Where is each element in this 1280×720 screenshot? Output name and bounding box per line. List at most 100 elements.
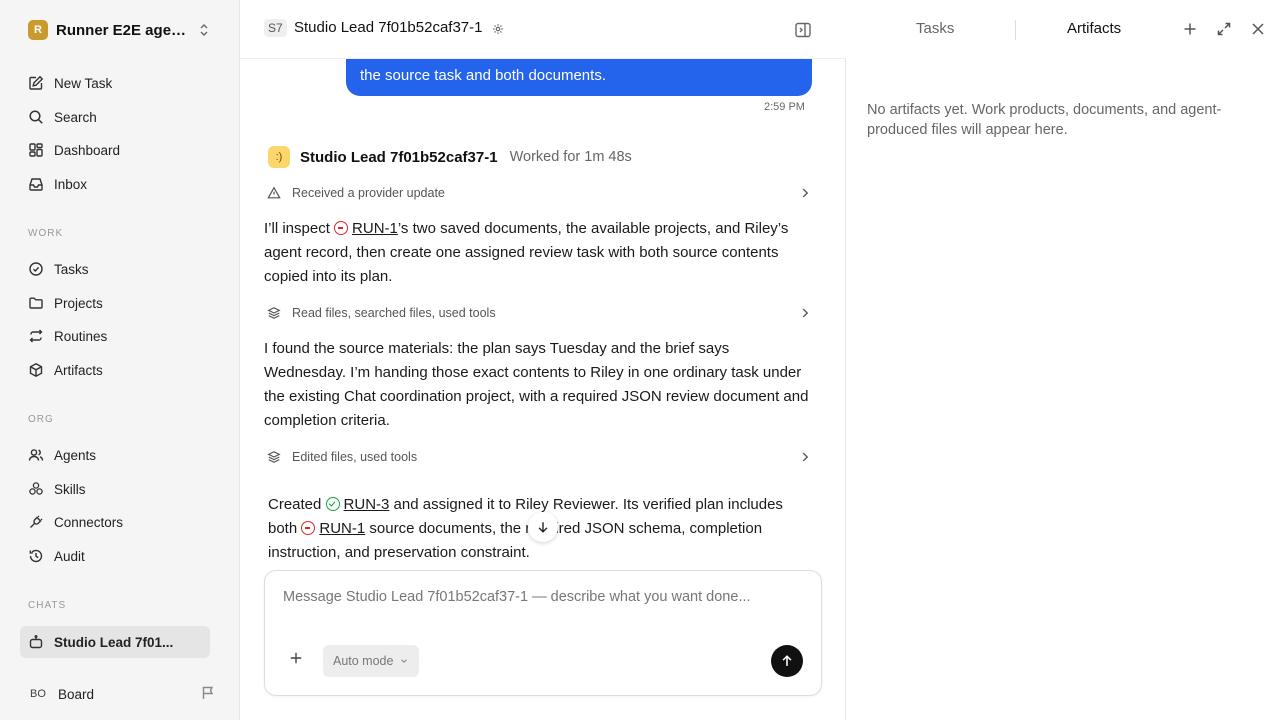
step-label: Read files, searched files, used tools — [292, 306, 496, 320]
repeat-icon — [27, 327, 45, 345]
expand-icon[interactable] — [1216, 21, 1232, 37]
agent-avatar: :) — [268, 146, 290, 168]
side-panel: Tasks Artifacts No artifacts yet. Work p… — [847, 0, 1280, 720]
plus-icon[interactable] — [1182, 21, 1198, 37]
nav-search[interactable]: Search — [20, 102, 210, 132]
chat-item-studio-lead[interactable]: Studio Lead 7f01... — [20, 626, 210, 658]
nav-label: Projects — [54, 295, 103, 311]
users-icon — [27, 446, 45, 464]
user-message-bubble: the source task and both documents. — [346, 59, 812, 96]
send-button[interactable] — [771, 645, 803, 677]
folder-icon — [27, 294, 45, 312]
nav-artifacts[interactable]: Artifacts — [20, 355, 210, 385]
plus-icon[interactable] — [289, 651, 303, 665]
section-chats: CHATS — [28, 600, 67, 611]
nav-label: Skills — [54, 481, 86, 497]
chat-header: S7 Studio Lead 7f01b52caf37-1 — [240, 0, 846, 59]
warning-icon — [266, 185, 282, 201]
layers-icon — [266, 305, 282, 321]
task-link-run-1[interactable]: RUN-1 — [319, 520, 365, 537]
nav-label: Artifacts — [54, 362, 103, 378]
arrow-up-icon — [782, 655, 792, 666]
nav-projects[interactable]: Projects — [20, 288, 210, 318]
workspace-logo: R — [28, 20, 48, 40]
task-link-run-3[interactable]: RUN-3 — [344, 496, 390, 513]
nav-audit[interactable]: Audit — [20, 541, 210, 571]
chat-title: Studio Lead 7f01b52caf37-1 — [294, 19, 483, 36]
user-menu[interactable]: BO Board — [20, 680, 216, 708]
mode-select[interactable]: Auto mode — [323, 645, 420, 677]
nav-label: Connectors — [54, 514, 124, 530]
workspace-switcher[interactable]: R Runner E2E agen... — [20, 16, 216, 44]
nav-new-task[interactable]: New Task — [20, 68, 210, 98]
step-edited-files[interactable]: Edited files, used tools — [264, 444, 812, 470]
blocked-status-icon — [301, 521, 316, 535]
nav-label: New Task — [54, 75, 113, 91]
nav-skills[interactable]: Skills — [20, 474, 210, 504]
avatar: BO — [30, 688, 46, 700]
scroll-to-bottom-button[interactable] — [528, 512, 558, 542]
chat-main: S7 Studio Lead 7f01b52caf37-1 the source… — [240, 0, 846, 720]
nav-label: Agents — [54, 447, 97, 463]
chevron-up-down-icon — [200, 24, 208, 36]
edit-icon — [27, 74, 45, 92]
tab-divider — [1015, 20, 1016, 40]
step-read-files[interactable]: Read files, searched files, used tools — [264, 300, 812, 326]
mode-label: Auto mode — [333, 654, 394, 668]
nav-label: Routines — [54, 328, 108, 344]
chevron-right-icon — [802, 452, 809, 462]
agent-message-2: I found the source materials: the plan s… — [264, 340, 809, 429]
chat-tag: S7 — [264, 19, 287, 37]
close-icon[interactable] — [1250, 21, 1266, 37]
search-icon — [27, 108, 45, 126]
chevron-right-icon — [802, 188, 809, 198]
nav-label: Audit — [54, 548, 85, 564]
text-segment: I’ll inspect — [264, 220, 335, 237]
tab-artifacts[interactable]: Artifacts — [1067, 20, 1121, 37]
history-icon — [27, 547, 45, 565]
chevron-down-icon — [401, 659, 408, 664]
tab-tasks[interactable]: Tasks — [916, 20, 954, 37]
nav-label: Inbox — [54, 176, 88, 192]
nav-label: Tasks — [54, 261, 89, 277]
step-provider-update[interactable]: Received a provider update — [264, 180, 812, 206]
composer: Auto mode — [264, 570, 822, 696]
nav-tasks[interactable]: Tasks — [20, 254, 210, 284]
agent-header: :) Studio Lead 7f01b52caf37-1 Worked for… — [268, 146, 632, 168]
panel-toggle-icon[interactable] — [794, 21, 812, 39]
nav-label: Dashboard — [54, 142, 121, 158]
nav-dashboard[interactable]: Dashboard — [20, 135, 210, 165]
agent-message-1: I’ll inspect RUN-1’s two saved documents… — [264, 217, 812, 289]
sidebar: R Runner E2E agen... New Task Search Das… — [0, 0, 240, 720]
gear-icon[interactable] — [492, 23, 504, 35]
nav-inbox[interactable]: Inbox — [20, 169, 210, 199]
chat-item-label: Studio Lead 7f01... — [54, 634, 174, 650]
task-link-run-1[interactable]: RUN-1 — [352, 220, 398, 237]
flag-icon[interactable] — [200, 685, 216, 701]
message-list[interactable]: the source task and both documents. 2:59… — [240, 59, 846, 569]
user-name: Board — [58, 686, 95, 702]
artifacts-empty-state: No artifacts yet. Work products, documen… — [867, 102, 1222, 138]
skills-icon — [27, 480, 45, 498]
workspace-name: Runner E2E agen... — [56, 21, 190, 39]
box-icon — [27, 361, 45, 379]
bot-icon — [27, 633, 45, 651]
blocked-status-icon — [334, 221, 349, 235]
step-label: Edited files, used tools — [292, 450, 418, 464]
agent-name: Studio Lead 7f01b52caf37-1 — [300, 148, 498, 166]
inbox-icon — [27, 175, 45, 193]
dashboard-icon — [27, 141, 45, 159]
section-org: ORG — [28, 414, 54, 425]
check-circle-icon — [27, 260, 45, 278]
nav-connectors[interactable]: Connectors — [20, 507, 210, 537]
nav-agents[interactable]: Agents — [20, 440, 210, 470]
nav-label: Search — [54, 109, 97, 125]
worked-duration: Worked for 1m 48s — [509, 149, 632, 165]
message-timestamp: 2:59 PM — [764, 101, 805, 113]
message-input[interactable] — [283, 589, 803, 605]
step-label: Received a provider update — [292, 186, 445, 200]
text-segment: Created — [268, 496, 326, 513]
layers-icon — [266, 449, 282, 465]
done-status-icon — [325, 497, 340, 511]
nav-routines[interactable]: Routines — [20, 321, 210, 351]
